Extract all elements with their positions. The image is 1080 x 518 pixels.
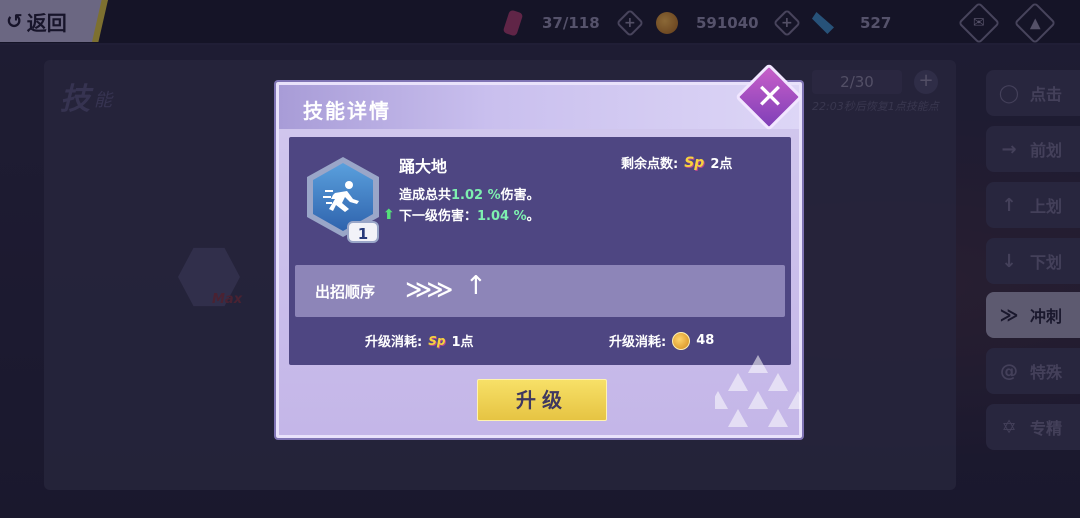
cost-sp-value: 1点 — [451, 335, 474, 350]
effect-value: 1.02 % — [451, 188, 501, 203]
move-order-bar: 出招顺序 ≫≫ ↑ — [295, 265, 785, 317]
cost-coin-value: 48 — [696, 333, 715, 348]
skill-detail-panel: 1 ⬆ 踊大地 造成总共1.02 %伤害。 下一级伤害：1.04 %。 剩余点数… — [289, 137, 791, 365]
coin-icon — [672, 331, 691, 350]
skill-effect-current: 造成总共1.02 %伤害。 — [399, 184, 540, 203]
sp-icon: Sp — [428, 333, 446, 348]
remaining-value: 2点 — [710, 157, 733, 172]
level-up-arrow-icon: ⬆ — [383, 207, 395, 223]
runner-icon — [323, 181, 359, 212]
close-icon[interactable]: ✕ — [755, 77, 785, 117]
move-order-label: 出招顺序 — [315, 283, 376, 301]
skill-name: 踊大地 — [399, 157, 448, 176]
skill-detail-modal: 技能详情 ✕ 1 ⬆ 踊大地 造成总共1.02 %伤害。 下一级伤害：1.04 … — [276, 63, 803, 438]
upgrade-cost-sp: 升级消耗: Sp 1点 — [365, 331, 474, 351]
sp-icon: Sp — [684, 154, 705, 171]
upgrade-cost-coin: 升级消耗: 48 — [609, 331, 714, 350]
next-value: 1.04 % — [477, 209, 527, 224]
skill-effect-next: 下一级伤害：1.04 %。 — [399, 205, 540, 224]
dash-icon: ≫≫ — [405, 275, 454, 305]
arrow-up-icon: ↑ — [465, 271, 487, 301]
effect-suffix: 伤害。 — [500, 188, 540, 203]
effect-prefix: 造成总共 — [399, 188, 452, 203]
skill-icon: 1 — [307, 157, 379, 243]
next-prefix: 下一级伤害： — [399, 209, 478, 224]
skill-level-badge: 1 — [347, 221, 379, 243]
cost-sp-label: 升级消耗: — [365, 335, 423, 350]
modal-title: 技能详情 — [303, 99, 391, 123]
next-suffix: 。 — [526, 209, 540, 224]
remaining-points: 剩余点数: Sp 2点 — [621, 153, 733, 173]
cost-coin-label: 升级消耗: — [609, 335, 667, 350]
remaining-label: 剩余点数: — [621, 157, 679, 172]
triangle-decoration — [715, 355, 801, 427]
upgrade-button[interactable]: 升级 — [477, 379, 607, 421]
